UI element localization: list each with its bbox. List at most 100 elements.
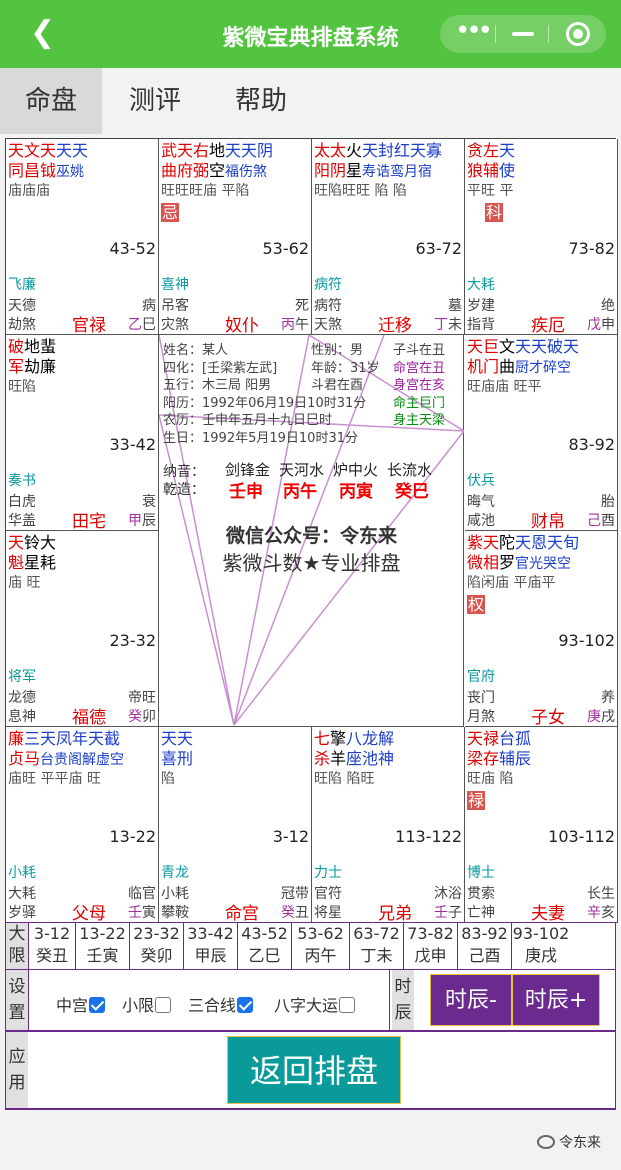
palace-cell[interactable]: 太太火天封红天寡 阳阴星寿诰鸾月宿 旺陷旺旺 陷 陷 63-72 病符 病符墓天煞 迁移 丁未 — [312, 139, 465, 335]
star-line: 天禄台孤 — [467, 729, 531, 748]
daxian-cell[interactable]: 33-42 甲辰 — [183, 923, 237, 969]
palace-stem: 癸 — [281, 905, 295, 921]
changsheng-star: 临官 — [128, 886, 156, 902]
star-text: 地 — [209, 141, 226, 160]
setting-checkbox[interactable] — [339, 997, 356, 1013]
star-line: 机门曲厨才碎空 — [467, 357, 571, 378]
daxian-cell[interactable]: 93-102 庚戌 — [511, 923, 570, 969]
palace-cell[interactable]: 破地蜚 军劫廉 旺陷 33-42 奏书 白虎 衰华盖 田宅 甲辰 — [6, 335, 159, 531]
daxian-age: 13-22 — [109, 827, 157, 846]
sihua-tag: 禄 — [467, 791, 486, 810]
palace-cell[interactable]: 贪左天 狼辅使 平旺 平科 73-82 大耗 岁建 绝指背 疾厄 戊申 — [465, 139, 618, 335]
prev-hour-button[interactable]: 时辰- — [430, 974, 512, 1026]
star-line: 武天右地天天阴 — [161, 141, 273, 160]
palace-cell[interactable]: 天巨文天天破天 机门曲厨才碎空 旺庙庙 旺平 83-92 伏兵 晦气 胎咸池 财帛 己酉 — [465, 335, 618, 531]
star-line: 七擎八龙解 — [314, 729, 394, 748]
tab-evaluate[interactable]: 测评 — [102, 68, 208, 134]
setting-checkbox[interactable] — [155, 997, 172, 1013]
daxian-cell[interactable]: 43-52 乙巳 — [237, 923, 291, 969]
setting-option[interactable]: 三合线 — [188, 992, 254, 1016]
daxian-age: 43-52 — [109, 239, 157, 258]
daxian-cell[interactable]: 53-62 丙午 — [291, 923, 349, 969]
daxian-age: 103-112 — [548, 827, 615, 846]
palace-cell[interactable]: 武天右地天天阴 曲府弼空福伤煞 旺旺旺庙 平陷忌 53-62 喜神 吊客 死灾煞 奴仆 丙午 — [159, 139, 312, 335]
setting-checkbox[interactable] — [89, 997, 106, 1013]
palace-stem: 丁 — [434, 317, 448, 333]
daxian-cell[interactable]: 23-32 癸卯 — [129, 923, 183, 969]
palace-cell[interactable]: 七擎八龙解 杀羊座池神 旺陷 陷旺 113-122 力士 官符 沐浴 将星 兄弟 壬子 — [312, 727, 465, 923]
palace-cell[interactable]: 天禄台孤 梁存辅辰 旺庙 陷禄 103-112 博士 贯索 长生 亡神 夫妻 辛亥 — [465, 727, 618, 923]
tab-chart[interactable]: 命盘 — [0, 68, 102, 134]
palace-cell[interactable]: 紫天陀天恩天旬 微相罗官光哭空 陷闲庙 平庙平权 93-102 官府 丧门 养月煞 子女 庚戌 — [465, 531, 618, 727]
minimize-icon[interactable] — [512, 32, 534, 36]
star-text: 武天右 — [161, 141, 210, 160]
star-line: 破地蜚 — [8, 337, 56, 356]
star-text: 巫姚 — [56, 164, 85, 180]
star-line: 贪左天 — [467, 141, 515, 160]
star-text: 福伤煞 — [225, 164, 268, 180]
daxian-cell[interactable]: 73-82 戊申 — [403, 923, 457, 969]
palace-ganzhi: 壬子 — [434, 902, 462, 922]
settings-options: 中宫 小限 三合线 八字大运 — [28, 970, 390, 1030]
daxian-range: 3-12 — [33, 924, 71, 943]
sihua-badge: 科 — [485, 203, 504, 222]
close-icon[interactable] — [566, 22, 590, 46]
star-text: 贪左 — [467, 141, 500, 160]
daxian-range: 53-62 — [297, 924, 344, 943]
daxian-range: 83-92 — [461, 924, 508, 943]
daxian-range: 23-32 — [133, 924, 180, 943]
star-text: 阳阴 — [314, 161, 347, 180]
palace-branch: 辰 — [142, 513, 156, 529]
jiangqian-star: 指背 — [467, 317, 495, 333]
daxian-cell[interactable]: 63-72 丁未 — [349, 923, 403, 969]
star-text: 寿诰鸾月宿 — [362, 164, 433, 180]
star-line: 廉三天凤年天截 — [8, 729, 120, 748]
info-label: 生日： — [163, 430, 203, 446]
boshi-star: 喜神 — [161, 277, 189, 293]
daxian-cell[interactable]: 3-12 癸丑 — [28, 923, 75, 969]
setting-option[interactable]: 八字大运 — [274, 992, 356, 1016]
star-text: 喜刑 — [161, 749, 194, 768]
daxian-ganzhi: 庚戌 — [524, 946, 557, 965]
star-text: 罗 — [499, 553, 516, 572]
star-line: 微相罗官光哭空 — [467, 553, 571, 574]
jiangqian-star: 将星 — [314, 905, 342, 921]
star-text: 太太 — [314, 141, 347, 160]
changsheng-star: 绝 — [601, 298, 615, 314]
star-text: 梁存 — [467, 749, 500, 768]
brightness-line: 旺庙庙 旺平 — [467, 379, 542, 395]
palace-ganzhi: 癸卯 — [128, 706, 156, 726]
setting-option[interactable]: 中宫 — [56, 992, 106, 1016]
changsheng-star: 死 — [295, 298, 309, 314]
star-line: 天文天天天 — [8, 141, 88, 160]
palace-cell[interactable]: 天文天天天 同昌钺巫姚 庙庙庙 43-52 飞廉 天德 病劫煞 官禄 乙巳 — [6, 139, 159, 335]
star-text: 辅辰 — [499, 749, 532, 768]
more-icon[interactable]: ••• — [455, 16, 493, 46]
daxian-cell[interactable]: 13-22 壬寅 — [75, 923, 129, 969]
palace-cell[interactable]: 天天 喜刑陷 3-12 青龙 小耗 冠带 攀鞍 命宫 癸丑 — [159, 727, 312, 923]
palace-stem: 己 — [587, 513, 601, 529]
palace-stem: 壬 — [128, 905, 142, 921]
palace-cell[interactable]: 廉三天凤年天截 贞马台贵阁解虚空 庙旺 平平庙 旺 13-22 小耗 大耗 临官 岁驿 父母 壬寅 — [6, 727, 159, 923]
star-text: 座池神 — [346, 749, 395, 768]
next-hour-button[interactable]: 时辰+ — [512, 974, 600, 1026]
daxian-age: 83-92 — [568, 435, 616, 454]
return-chart-button[interactable]: 返回排盘 — [227, 1036, 401, 1104]
changsheng-star: 养 — [601, 690, 615, 706]
palace-cell[interactable]: 天铃大 魁星耗庙 旺 23-32 将军 龙德 帝旺 息神 福德 癸卯 — [6, 531, 159, 727]
star-line: 太太火天封红天寡 — [314, 141, 442, 160]
daxian-cell[interactable]: 83-92 己酉 — [457, 923, 511, 969]
suiqian-star: 丧门 — [467, 690, 495, 706]
ganzhi-hour: 癸巳 — [395, 482, 429, 502]
setting-checkbox[interactable] — [237, 997, 254, 1013]
star-text: 劫廉 — [24, 357, 57, 376]
boshi-star: 小耗 — [8, 865, 36, 881]
tab-help[interactable]: 帮助 — [208, 68, 314, 134]
wechat-icon — [537, 1135, 555, 1149]
boshi-star: 青龙 — [161, 865, 189, 881]
suiqian-star: 小耗 — [161, 886, 189, 902]
sihua-tag: 权 — [467, 595, 486, 614]
palace-name: 子女 — [531, 708, 565, 727]
setting-option[interactable]: 小限 — [122, 992, 172, 1016]
changsheng-star: 衰 — [142, 494, 156, 510]
